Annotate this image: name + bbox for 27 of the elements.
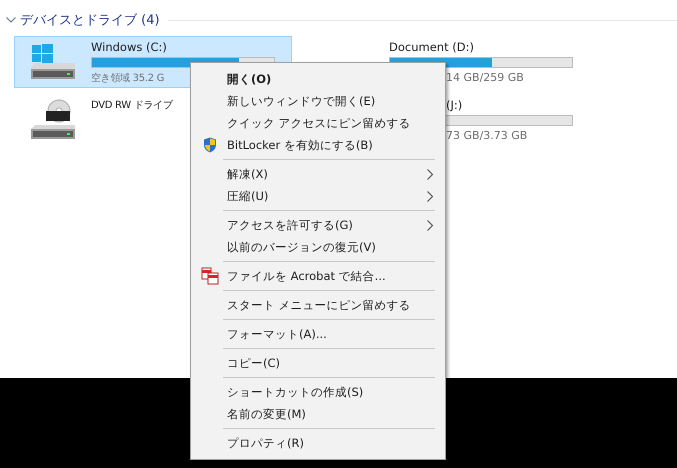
documents-icon [201,267,219,285]
menu-item[interactable]: アクセスを許可する(G) [193,214,443,236]
chevron-down-icon[interactable] [6,17,16,23]
shield-icon [203,137,217,153]
drive-label: DVD RW ドライブ [91,98,173,112]
menu-item[interactable]: 解凍(X) [193,163,443,185]
menu-item[interactable]: クイック アクセスにピン留めする [193,112,443,134]
menu-item[interactable]: BitLocker を有効にする(B) [193,134,443,156]
windows-drive-icon [29,43,77,81]
menu-item[interactable]: 圧縮(U) [193,185,443,207]
menu-item[interactable]: スタート メニューにピン留めする [193,294,443,316]
menu-item[interactable]: ショートカットの作成(S) [193,381,443,403]
dvd-drive-icon [29,99,77,141]
menu-item[interactable]: 名前の変更(M) [193,403,443,425]
drive-label: (J:) [445,98,464,112]
free-space-text: 空き領域 35.2 G [91,72,164,85]
menu-item[interactable]: コピー(C) [193,352,443,374]
drive-label: Document (D:) [389,40,475,54]
menu-item[interactable]: プロパティ(R) [193,432,443,454]
menu-item[interactable]: 新しいウィンドウで開く(E) [193,90,443,112]
free-space-text: 73 GB/3.73 GB [445,129,528,142]
menu-item[interactable]: 以前のバージョンの復元(V) [193,236,443,258]
menu-item[interactable]: フォーマット(A)... [193,323,443,345]
menu-item[interactable]: ファイルを Acrobat で結合... [193,265,443,287]
section-title: デバイスとドライブ (4) [20,12,160,29]
drive-label: Windows (C:) [91,40,168,54]
free-space-text: 14 GB/259 GB [445,71,524,84]
